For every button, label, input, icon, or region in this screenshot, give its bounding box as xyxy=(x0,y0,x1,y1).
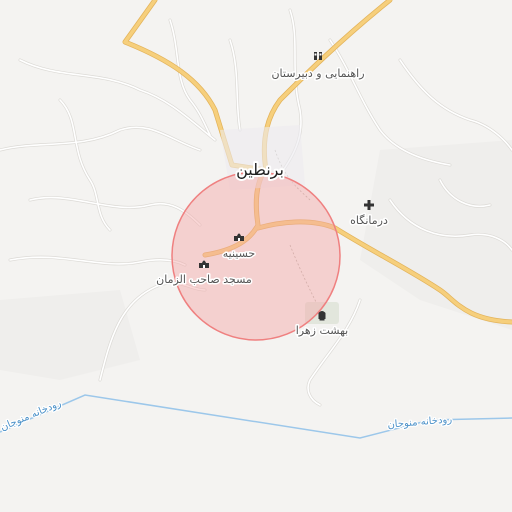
town-label: برنطین xyxy=(236,160,284,180)
school-label: راهنمایی و دبیرستان xyxy=(271,67,364,80)
map-canvas[interactable]: برنطین راهنمایی و دبیرستان درمانگاه حسین… xyxy=(0,0,512,512)
cemetery-icon[interactable] xyxy=(318,311,326,321)
clinic-label: درمانگاه xyxy=(350,214,388,227)
cemetery-label: بهشت زهرا xyxy=(296,324,348,337)
mosque-label: مسجد صاحب الزمان xyxy=(156,273,252,286)
hosseinieh-label: حسینیه xyxy=(223,247,255,260)
map-layer: برنطین راهنمایی و دبیرستان درمانگاه حسین… xyxy=(0,0,512,512)
highlight-circle xyxy=(171,171,341,341)
